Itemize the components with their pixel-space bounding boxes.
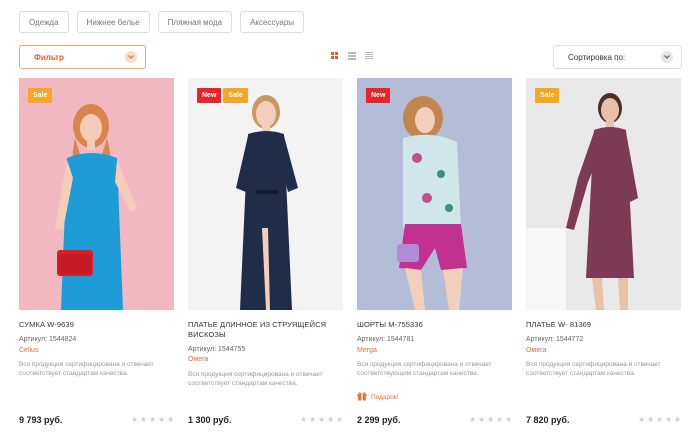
star-icon[interactable]: ★: [638, 416, 645, 424]
product-price: 1 300 руб.: [188, 415, 232, 425]
product-brand[interactable]: Celius: [19, 347, 38, 354]
star-icon[interactable]: ★: [131, 416, 138, 424]
rating-stars[interactable]: ★ ★ ★ ★ ★: [638, 416, 681, 424]
product-card[interactable]: Sale ПЛАТЬЕ W- 81369 Артикул: 1544772 Ом…: [526, 78, 681, 447]
new-badge: New: [366, 88, 391, 103]
product-title[interactable]: СУМКА W-9639: [19, 320, 169, 330]
product-photo[interactable]: New Sale: [188, 78, 343, 310]
sale-badge: Sale: [28, 88, 53, 103]
star-icon[interactable]: ★: [167, 416, 174, 424]
tab-clothing[interactable]: Одежда: [19, 11, 69, 33]
star-icon[interactable]: ★: [318, 416, 325, 424]
view-switcher: [331, 52, 373, 61]
product-title[interactable]: ШОРТЫ М-755336: [357, 320, 507, 330]
product-description: Вся продукция сертифицирована и отвечает…: [357, 361, 492, 377]
rating-stars[interactable]: ★ ★ ★ ★ ★: [131, 416, 174, 424]
star-icon[interactable]: ★: [140, 416, 147, 424]
product-photo[interactable]: Sale: [19, 78, 174, 310]
product-card[interactable]: New ШОРТЫ М-755336 Артикул: 1544781 Merg…: [357, 78, 512, 447]
star-icon[interactable]: ★: [336, 416, 343, 424]
toolbar: Фильтр Сортировка по:: [19, 45, 682, 69]
star-icon[interactable]: ★: [309, 416, 316, 424]
badge-group: Sale: [28, 88, 53, 103]
product-title[interactable]: ПЛАТЬЕ ДЛИННОЕ ИЗ СТРУЯЩЕЙСЯ ВИСКОЗЫ: [188, 320, 338, 340]
product-description: Вся продукция сертифицирована и отвечает…: [188, 371, 323, 387]
product-description: Вся продукция сертифицирована и отвечает…: [526, 361, 661, 377]
rating-stars[interactable]: ★ ★ ★ ★ ★: [469, 416, 512, 424]
product-card[interactable]: New Sale ПЛАТЬЕ ДЛИННОЕ ИЗ СТРУЯЩЕЙСЯ ВИ…: [188, 78, 343, 447]
product-card[interactable]: Sale СУМКА W-9639 Артикул: 1544824 Celiu…: [19, 78, 174, 447]
product-price: 2 299 руб.: [357, 415, 401, 425]
product-brand[interactable]: Омега: [526, 347, 546, 354]
filter-label: Фильтр: [34, 52, 64, 62]
product-price: 9 793 руб.: [19, 415, 63, 425]
tab-accessories[interactable]: Аксессуары: [240, 11, 305, 33]
badge-group: Sale: [535, 88, 560, 103]
star-icon[interactable]: ★: [478, 416, 485, 424]
product-brand[interactable]: Омега: [188, 356, 208, 363]
sale-badge: Sale: [535, 88, 560, 103]
product-sku: Артикул: 1544755: [188, 346, 246, 353]
filter-dropdown[interactable]: Фильтр: [19, 45, 146, 69]
product-photo[interactable]: New: [357, 78, 512, 310]
product-brand[interactable]: Merga: [357, 347, 377, 354]
star-icon[interactable]: ★: [469, 416, 476, 424]
product-sku: Артикул: 1544781: [357, 336, 415, 343]
star-icon[interactable]: ★: [505, 416, 512, 424]
gift-promo[interactable]: Подарок!: [357, 391, 398, 403]
star-icon[interactable]: ★: [496, 416, 503, 424]
table-view-icon[interactable]: [365, 52, 373, 61]
gift-icon: [357, 391, 367, 403]
star-icon[interactable]: ★: [665, 416, 672, 424]
star-icon[interactable]: ★: [158, 416, 165, 424]
tab-beachwear[interactable]: Пляжная мода: [157, 11, 233, 33]
star-icon[interactable]: ★: [647, 416, 654, 424]
rating-stars[interactable]: ★ ★ ★ ★ ★: [300, 416, 343, 424]
star-icon[interactable]: ★: [327, 416, 334, 424]
product-sku: Артикул: 1544772: [526, 336, 584, 343]
new-badge: New: [197, 88, 222, 103]
star-icon[interactable]: ★: [487, 416, 494, 424]
gift-label: Подарок!: [371, 393, 399, 401]
star-icon[interactable]: ★: [656, 416, 663, 424]
badge-group: New: [366, 88, 391, 103]
product-description: Вся продукция сертифицирована и отвечает…: [19, 361, 154, 377]
list-view-icon[interactable]: [348, 52, 356, 61]
sale-badge: Sale: [223, 88, 248, 103]
product-title[interactable]: ПЛАТЬЕ W- 81369: [526, 320, 676, 330]
sort-dropdown[interactable]: Сортировка по:: [553, 45, 682, 69]
star-icon[interactable]: ★: [674, 416, 681, 424]
product-price: 7 820 руб.: [526, 415, 570, 425]
product-sku: Артикул: 1544824: [19, 336, 77, 343]
star-icon[interactable]: ★: [300, 416, 307, 424]
sort-label: Сортировка по:: [568, 52, 626, 62]
product-photo[interactable]: Sale: [526, 78, 681, 310]
chevron-down-icon: [661, 51, 673, 63]
chevron-down-icon: [125, 51, 137, 63]
star-icon[interactable]: ★: [149, 416, 156, 424]
category-tabs: Одежда Нижнее белье Пляжная мода Аксессу…: [19, 11, 305, 33]
tab-underwear[interactable]: Нижнее белье: [76, 11, 150, 33]
grid-view-icon[interactable]: [331, 52, 339, 61]
badge-group: New Sale: [197, 88, 248, 103]
